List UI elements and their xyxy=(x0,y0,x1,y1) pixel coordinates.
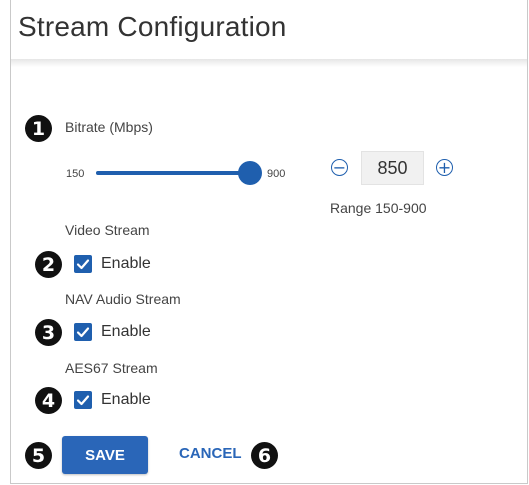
window-frame xyxy=(10,0,528,484)
nav-audio-stream-enable-label: Enable xyxy=(101,323,151,340)
video-stream-checkbox[interactable] xyxy=(74,255,92,273)
callout-badge-5: 5 xyxy=(25,442,52,469)
callout-badge-1: 1 xyxy=(25,115,52,142)
bitrate-slider-fill xyxy=(96,171,250,175)
plus-icon: + xyxy=(437,157,452,177)
aes67-stream-label: AES67 Stream xyxy=(65,360,158,376)
aes67-stream-enable-label: Enable xyxy=(101,391,151,408)
header-divider xyxy=(11,59,527,67)
video-stream-label: Video Stream xyxy=(65,222,150,238)
save-button[interactable]: SAVE xyxy=(62,436,148,474)
nav-audio-stream-checkbox[interactable] xyxy=(74,323,92,341)
checkmark-icon xyxy=(76,327,90,338)
bitrate-label: Bitrate (Mbps) xyxy=(65,119,153,135)
video-stream-enable-label: Enable xyxy=(101,255,151,272)
page-title: Stream Configuration xyxy=(18,11,287,42)
callout-badge-4: 4 xyxy=(35,387,62,414)
slider-max-label: 900 xyxy=(267,168,286,180)
nav-audio-stream-label: NAV Audio Stream xyxy=(65,291,181,307)
increment-button[interactable]: + xyxy=(436,159,453,176)
callout-badge-6: 6 xyxy=(251,442,278,469)
bitrate-slider-track[interactable] xyxy=(96,171,261,175)
callout-badge-3: 3 xyxy=(35,319,62,346)
decrement-button[interactable]: − xyxy=(331,159,348,176)
range-hint: Range 150-900 xyxy=(330,200,427,216)
checkmark-icon xyxy=(76,395,90,406)
bitrate-slider-thumb[interactable] xyxy=(238,161,262,185)
aes67-stream-checkbox[interactable] xyxy=(74,391,92,409)
minus-icon: − xyxy=(332,157,347,177)
callout-badge-2: 2 xyxy=(35,251,62,278)
checkmark-icon xyxy=(76,259,90,270)
bitrate-value-input[interactable]: 850 xyxy=(361,151,424,185)
slider-min-label: 150 xyxy=(66,168,85,180)
cancel-button[interactable]: CANCEL xyxy=(179,445,242,462)
